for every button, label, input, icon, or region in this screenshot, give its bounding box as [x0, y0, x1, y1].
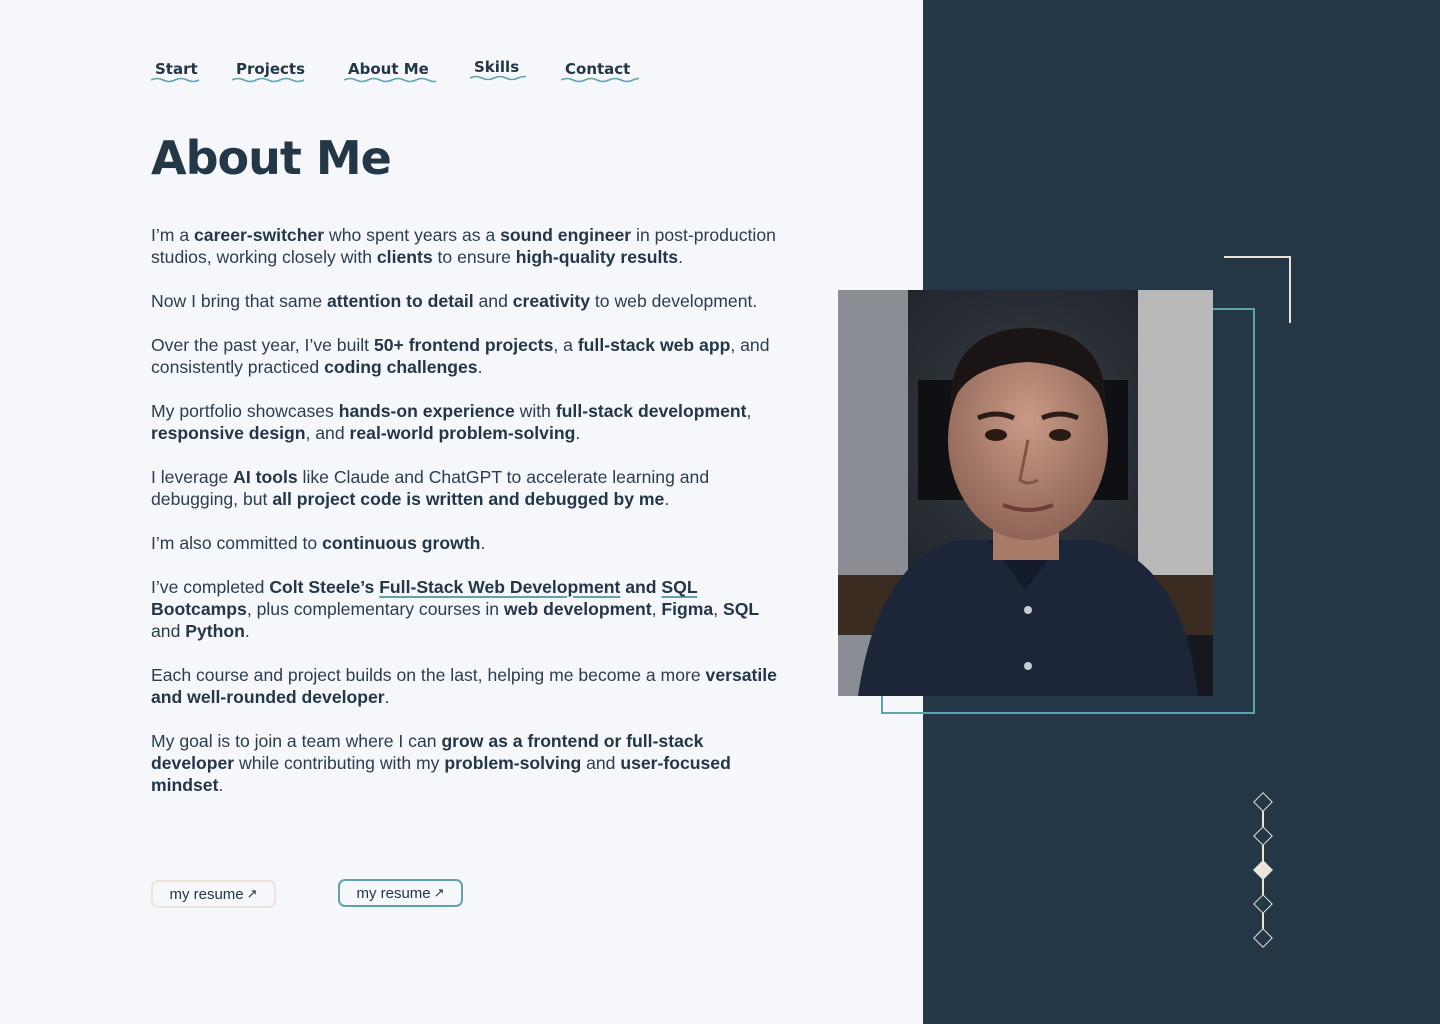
nav-skills[interactable]: Skills: [470, 56, 526, 81]
pager-dot[interactable]: [1253, 826, 1273, 846]
profile-photo: [838, 290, 1213, 696]
bio-text: I’m a career-switcher who spent years as…: [151, 224, 786, 818]
pager-dot[interactable]: [1253, 928, 1273, 948]
external-arrow-icon: ↗: [246, 886, 258, 901]
page-title: About Me: [151, 131, 392, 185]
bio-paragraph: I’m a career-switcher who spent years as…: [151, 225, 776, 267]
pager-dot[interactable]: [1253, 792, 1273, 812]
bio-paragraph: My goal is to join a team where I can gr…: [151, 731, 731, 795]
pager-dot[interactable]: [1253, 894, 1273, 914]
photo-frame-edge: [881, 696, 883, 714]
nav-about-me-label: About Me: [348, 60, 429, 78]
course-link-fullstack[interactable]: Full-Stack Web Development: [379, 577, 620, 597]
bio-paragraph: Each course and project builds on the la…: [151, 665, 777, 707]
nav-start-label: Start: [155, 60, 198, 78]
portrait-icon: [838, 290, 1213, 696]
course-link-sql[interactable]: SQL: [661, 577, 697, 597]
resume-button-label: my resume: [356, 884, 431, 902]
nav-start[interactable]: Start: [151, 58, 200, 83]
wavy-underline-icon: [151, 77, 200, 83]
wavy-underline-icon: [470, 75, 526, 81]
bio-paragraph: I’m also committed to continuous growth.: [151, 533, 486, 553]
nav-about-me[interactable]: About Me: [344, 58, 436, 83]
external-arrow-icon: ↗: [433, 885, 445, 900]
bio-paragraph: I’ve completed Colt Steele’s Full-Stack …: [151, 577, 760, 641]
nav-projects-label: Projects: [236, 60, 306, 78]
bio-paragraph: I leverage AI tools like Claude and Chat…: [151, 467, 710, 509]
nav-skills-label: Skills: [474, 58, 520, 76]
wavy-underline-icon: [344, 77, 436, 83]
resume-button-outlined[interactable]: my resume ↗: [338, 879, 463, 907]
resume-button[interactable]: my resume ↗: [151, 880, 276, 908]
wavy-underline-icon: [561, 77, 639, 83]
nav-contact[interactable]: Contact: [561, 58, 639, 83]
section-pager: [1250, 790, 1276, 950]
nav-projects[interactable]: Projects: [232, 58, 306, 83]
bio-paragraph: Now I bring that same attention to detai…: [151, 291, 758, 311]
bio-paragraph: Over the past year, I’ve built 50+ front…: [151, 335, 770, 377]
nav-contact-label: Contact: [565, 60, 631, 78]
resume-button-label: my resume: [169, 885, 244, 903]
pager-dot-active[interactable]: [1253, 860, 1273, 880]
wavy-underline-icon: [232, 77, 305, 83]
bio-paragraph: My portfolio showcases hands-on experien…: [151, 401, 752, 443]
